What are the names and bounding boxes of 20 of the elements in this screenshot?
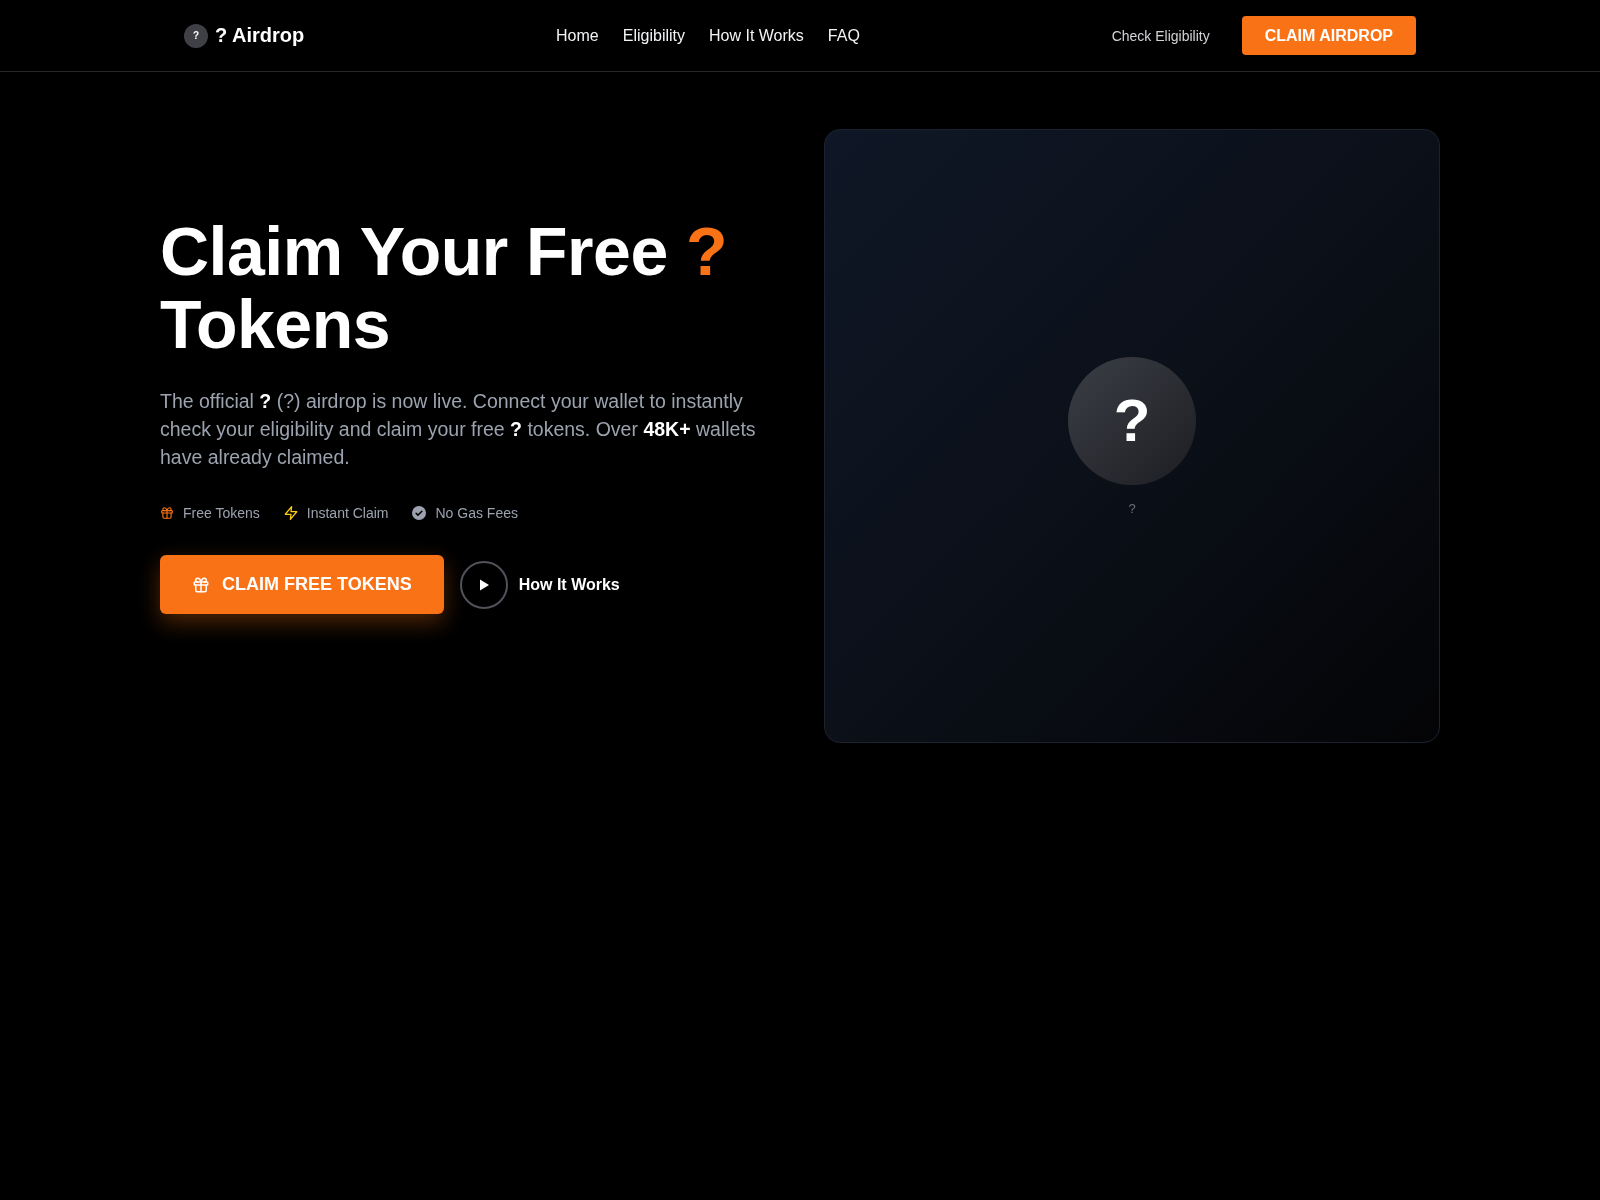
brand-name[interactable]: ? Airdrop: [215, 24, 305, 47]
token-logo: ?: [1068, 356, 1196, 485]
nav-link[interactable]: Home: [556, 26, 599, 45]
feature-label: Instant Claim: [306, 505, 389, 521]
gift-icon: [192, 575, 210, 594]
gift-icon: [160, 506, 174, 520]
nav-link[interactable]: How It Works: [709, 26, 804, 45]
nav-link[interactable]: FAQ: [827, 26, 860, 45]
lightning-icon: [283, 506, 298, 520]
token-label: ?: [1128, 500, 1136, 516]
how-it-works-link[interactable]: How It Works: [459, 560, 620, 609]
check-eligibility-link[interactable]: Check Eligibility: [1111, 27, 1210, 44]
feature-label: Free Tokens: [183, 505, 260, 521]
feature-label: No Gas Fees: [435, 505, 518, 521]
check-circle-icon: [412, 506, 427, 520]
hero-description: The official ? (?) airdrop is now live. Connect your wallet to instantly check your eligibility and claim your free ? tokens. Over 48K+ wallets have already claimed.: [160, 389, 757, 470]
play-icon: [459, 560, 508, 609]
nav-link[interactable]: Eligibility: [622, 26, 685, 45]
logo-mark[interactable]: ?: [184, 23, 208, 48]
hero-heading: Claim Your Free ? Tokens: [160, 215, 729, 361]
